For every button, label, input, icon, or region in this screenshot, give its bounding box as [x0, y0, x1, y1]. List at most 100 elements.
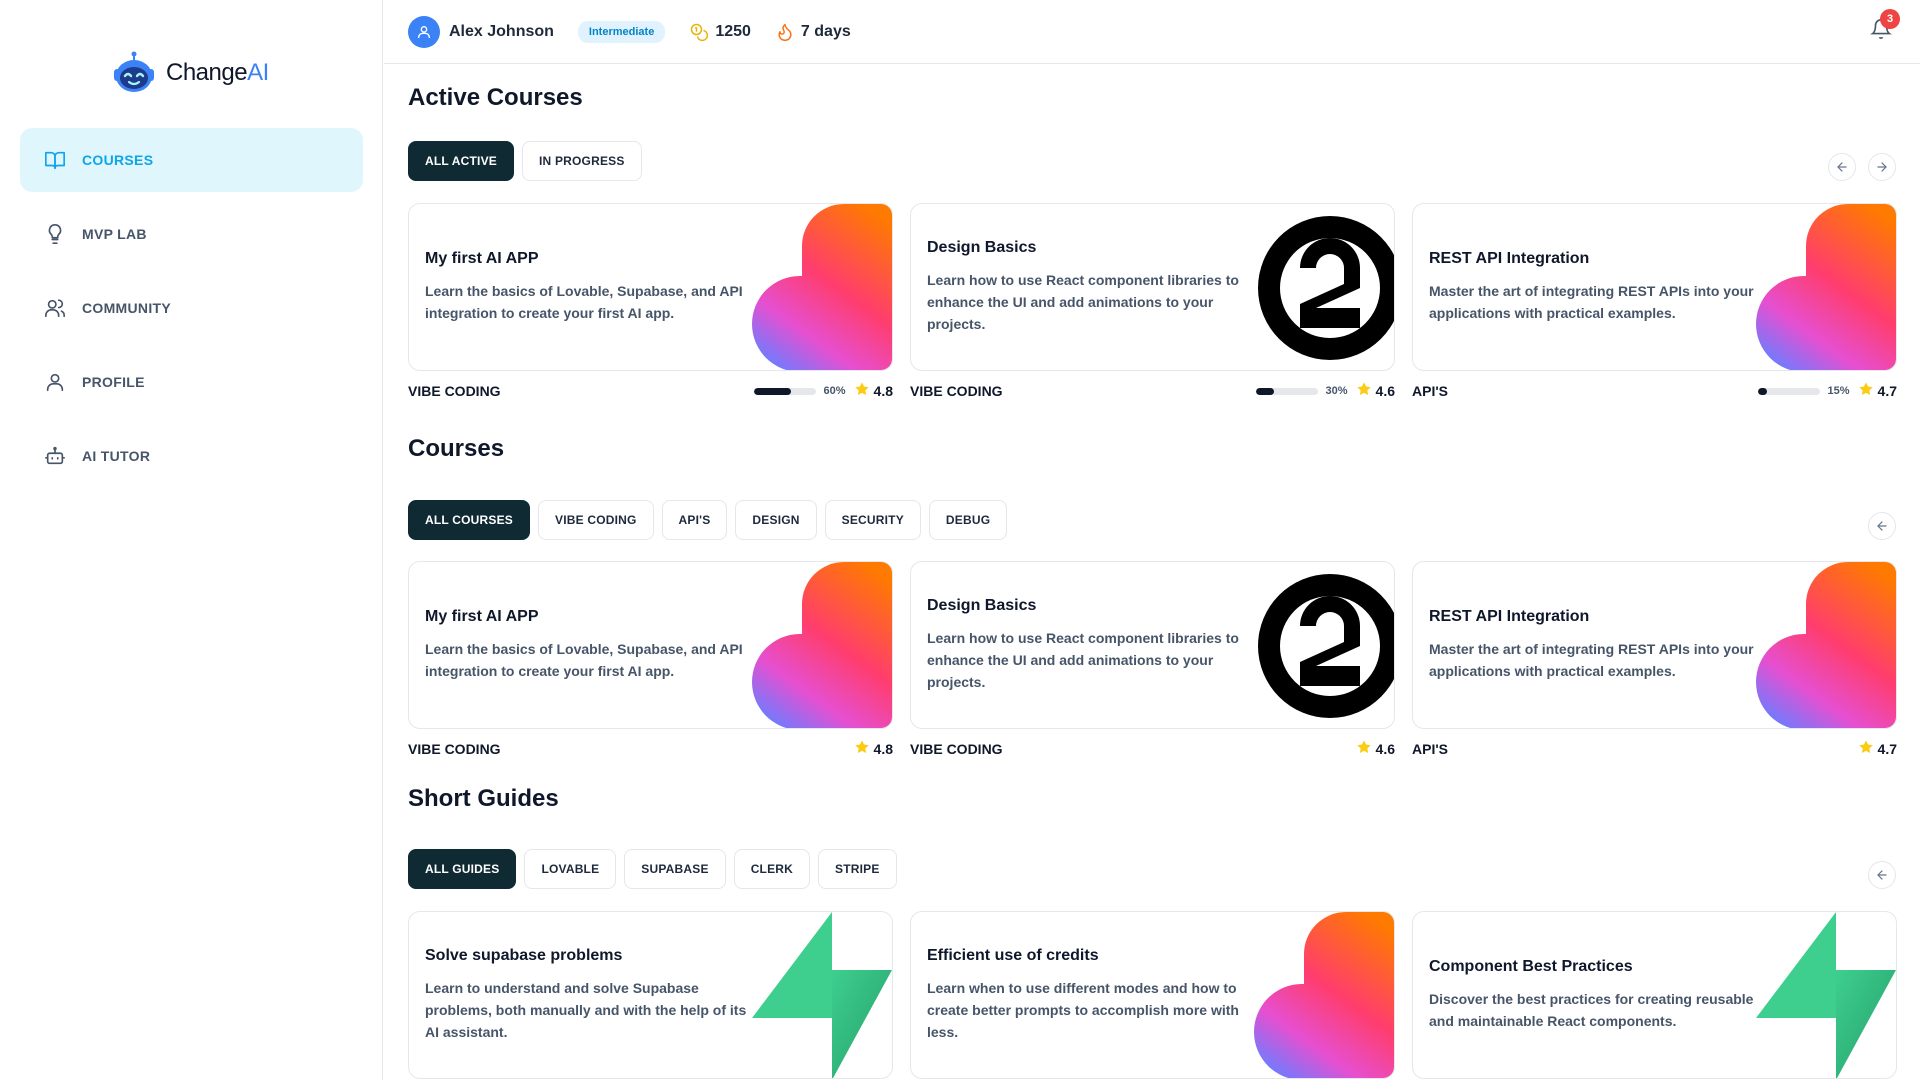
user-icon — [46, 373, 64, 392]
sidebar-item-ai-tutor[interactable]: AI TUTOR — [20, 424, 363, 488]
course-card[interactable]: My first AI APP Learn the basics of Lova… — [408, 561, 893, 729]
arrow-left-icon — [1837, 162, 1847, 172]
progress-bar — [1255, 387, 1318, 395]
circle-logo-icon — [1258, 216, 1394, 360]
brand-logo[interactable]: ChangeAI — [110, 47, 269, 99]
course-card[interactable]: Design Basics Learn how to use React com… — [910, 561, 1395, 729]
lovable-heart-icon — [1756, 562, 1896, 728]
prev-button[interactable] — [1868, 512, 1896, 540]
card-rating: 4.8 — [873, 383, 893, 399]
card-description: Learn how to use React component librari… — [927, 630, 1239, 690]
user-icon — [418, 25, 430, 38]
course-card-wrapper: Design Basics Learn how to use React com… — [910, 561, 1395, 769]
sidebar-item-profile[interactable]: PROFILE — [20, 350, 363, 414]
course-card[interactable]: Design Basics Learn how to use React com… — [910, 203, 1395, 371]
sidebar-item-courses[interactable]: COURSES — [20, 128, 363, 192]
notifications-button[interactable]: 3 — [1870, 9, 1900, 42]
star-icon — [1858, 739, 1874, 760]
card-title: REST API Integration — [1429, 608, 1590, 625]
notification-count-badge: 3 — [1880, 9, 1900, 29]
filter-all-active[interactable]: ALL ACTIVE — [408, 141, 515, 181]
filter-lovable[interactable]: LOVABLE — [524, 849, 617, 889]
sidebar: ChangeAI COURSES MVP LAB COMMUNITY PROFI… — [0, 0, 383, 1080]
active-courses-filters: ALL ACTIVE IN PROGRESS — [408, 141, 642, 181]
card-footer: VIBE CODING 4.8 — [408, 729, 893, 769]
filter-apis[interactable]: API'S — [661, 500, 728, 540]
card-category: API'S — [1412, 383, 1449, 399]
card-footer: API'S 15% 4.7 — [1412, 371, 1897, 411]
filter-vibe-coding[interactable]: VIBE CODING — [538, 500, 654, 540]
arrow-left-icon — [1877, 870, 1887, 880]
lightbulb-icon — [48, 224, 62, 244]
lovable-heart-icon — [1756, 204, 1896, 370]
card-description: Learn how to use React component librari… — [927, 272, 1239, 332]
streak-stat: 7 days — [775, 22, 851, 42]
card-rating: 4.8 — [873, 741, 893, 757]
card-footer: VIBE CODING 4.6 — [910, 729, 1395, 769]
card-footer: VIBE CODING 60% 4.8 — [408, 371, 893, 411]
filter-design[interactable]: DESIGN — [735, 500, 817, 540]
arrow-left-icon — [1877, 521, 1887, 531]
courses-cards: My first AI APP Learn the basics of Lova… — [408, 561, 1897, 769]
prev-button[interactable] — [1868, 861, 1896, 889]
coins-icon — [691, 23, 709, 41]
course-card[interactable]: REST API Integration Master the art of i… — [1412, 203, 1897, 371]
filter-stripe[interactable]: STRIPE — [818, 849, 897, 889]
sidebar-item-mvp-lab[interactable]: MVP LAB — [20, 202, 363, 266]
filter-clerk[interactable]: CLERK — [733, 849, 811, 889]
course-card-wrapper: Design Basics Learn how to use React com… — [910, 203, 1395, 411]
arrow-right-icon — [1877, 162, 1887, 172]
section-title: Short Guides — [408, 785, 559, 812]
courses-filters: ALL COURSES VIBE CODING API'S DESIGN SEC… — [408, 500, 1008, 540]
guide-card[interactable]: Component Best Practices Discover the be… — [1412, 911, 1897, 1079]
book-open-icon — [45, 151, 65, 170]
prev-button[interactable] — [1828, 153, 1856, 181]
progress-percent: 15% — [1827, 385, 1850, 397]
lovable-heart-icon — [1254, 912, 1394, 1078]
guide-card[interactable]: Solve supabase problems Learn to underst… — [408, 911, 893, 1079]
user-name: Alex Johnson — [449, 22, 554, 40]
avatar[interactable] — [408, 15, 440, 48]
filter-all-guides[interactable]: ALL GUIDES — [408, 849, 517, 889]
guide-card-wrapper: Solve supabase problems Learn to underst… — [408, 911, 893, 1079]
progress-bar — [753, 387, 816, 395]
card-description: Learn when to use different modes and ho… — [927, 980, 1239, 1040]
sidebar-item-community[interactable]: COMMUNITY — [20, 276, 363, 340]
card-description: Master the art of integrating REST APIs … — [1429, 641, 1754, 679]
section-title: Active Courses — [408, 84, 583, 111]
card-footer: API'S 4.7 — [1412, 729, 1897, 769]
filter-all-courses[interactable]: ALL COURSES — [408, 500, 530, 540]
guide-card[interactable]: Efficient use of credits Learn when to u… — [910, 911, 1395, 1079]
guides-filters: ALL GUIDES LOVABLE SUPABASE CLERK STRIPE — [408, 849, 897, 889]
card-rating: 4.6 — [1375, 383, 1395, 399]
bot-icon — [45, 446, 65, 465]
card-title: Efficient use of credits — [927, 947, 1099, 964]
card-footer: VIBE CODING 30% 4.6 — [910, 371, 1395, 411]
lovable-heart-icon — [752, 204, 892, 370]
sidebar-item-label: MVP LAB — [82, 226, 147, 242]
active-courses-cards: My first AI APP Learn the basics of Lova… — [408, 203, 1897, 411]
carousel-controls — [1828, 153, 1896, 181]
next-button[interactable] — [1868, 153, 1896, 181]
flame-icon — [778, 23, 792, 41]
course-card[interactable]: My first AI APP Learn the basics of Lova… — [408, 203, 893, 371]
card-title: My first AI APP — [425, 608, 539, 625]
card-title: REST API Integration — [1429, 250, 1590, 267]
filter-debug[interactable]: DEBUG — [928, 500, 1008, 540]
course-card[interactable]: REST API Integration Master the art of i… — [1412, 561, 1897, 729]
progress-fill — [753, 387, 791, 395]
users-icon — [45, 299, 65, 318]
star-icon — [1858, 381, 1874, 402]
circle-logo-icon — [1258, 574, 1394, 718]
supabase-bolt-icon — [752, 912, 892, 1078]
card-rating: 4.7 — [1877, 741, 1897, 757]
guides-cards: Solve supabase problems Learn to underst… — [408, 911, 1897, 1079]
progress-bar — [1757, 387, 1820, 395]
streak-value: 7 days — [800, 22, 851, 40]
sidebar-item-label: COURSES — [82, 152, 154, 168]
card-rating: 4.7 — [1877, 383, 1897, 399]
filter-security[interactable]: SECURITY — [824, 500, 921, 540]
filter-supabase[interactable]: SUPABASE — [624, 849, 726, 889]
filter-in-progress[interactable]: IN PROGRESS — [522, 141, 642, 181]
progress-fill — [1757, 387, 1767, 395]
